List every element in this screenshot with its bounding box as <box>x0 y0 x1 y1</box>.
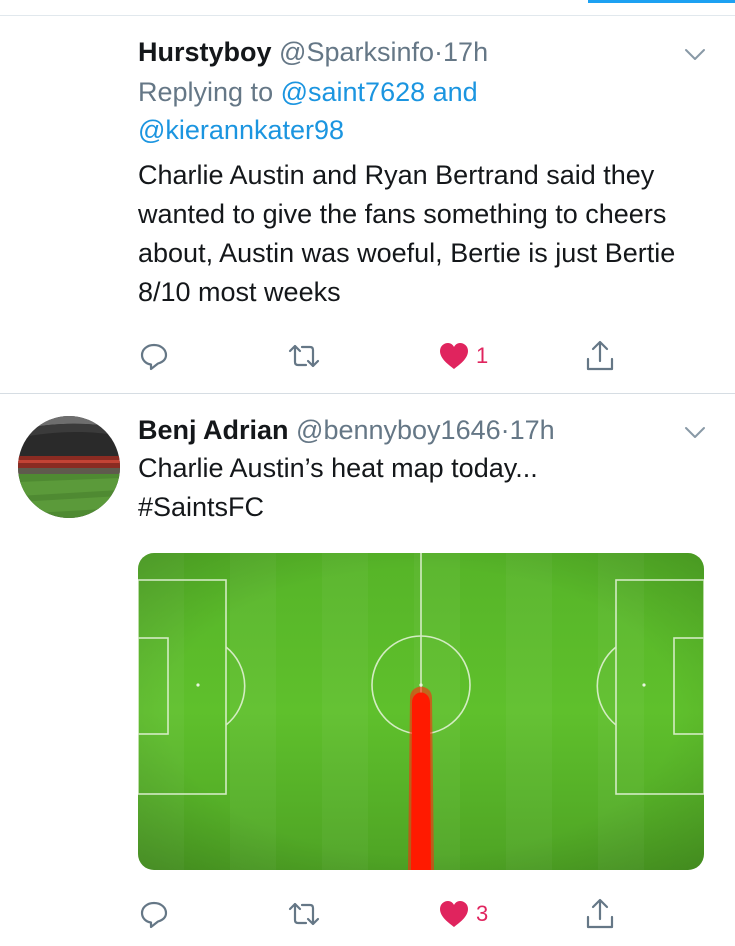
tweet-header: Benj Adrian @bennyboy1646·17h <box>138 412 705 448</box>
stadium-photo <box>18 416 120 518</box>
like-count: 3 <box>476 901 489 926</box>
heat-map-pitch <box>138 553 704 870</box>
avatar[interactable] <box>38 46 118 126</box>
reply-prefix: Replying to <box>138 77 274 107</box>
reply-context: Replying to @saint7628 and <box>138 74 705 110</box>
mention-link[interactable]: @kierannkater98 <box>138 115 344 145</box>
like-count: 1 <box>476 343 489 368</box>
mention-link[interactable]: @saint7628 <box>281 77 426 107</box>
heart-icon <box>440 343 468 369</box>
tweet-header: Hurstyboy @Sparksinfo·17h <box>138 34 705 70</box>
tweet-text: Charlie Austin and Ryan Bertrand said th… <box>138 160 676 307</box>
tweet-image[interactable] <box>138 553 704 870</box>
retweet-button[interactable] <box>286 896 322 932</box>
share-button[interactable] <box>584 896 616 932</box>
tweet-text: Charlie Austin’s heat map today... <box>138 453 538 483</box>
timestamp[interactable]: 17h <box>510 415 555 445</box>
avatar[interactable] <box>18 416 120 518</box>
display-name[interactable]: Hurstyboy <box>138 37 272 67</box>
retweet-icon <box>288 344 320 368</box>
tweet-actions: 3 <box>138 896 638 936</box>
reply-context-line2: @kierannkater98 <box>138 112 705 148</box>
like-button[interactable]: 3 <box>438 896 488 932</box>
share-button[interactable] <box>584 338 616 374</box>
separator: · <box>434 37 444 67</box>
retweet-icon <box>288 902 320 926</box>
tweet-actions: 1 <box>138 338 638 378</box>
reply-button[interactable] <box>138 896 170 932</box>
tab-indicator <box>588 0 735 3</box>
tweet[interactable]: Benj Adrian @bennyboy1646·17h Charlie Au… <box>0 394 735 946</box>
reply-button[interactable] <box>138 338 170 374</box>
tweet[interactable]: Hurstyboy @Sparksinfo·17h Replying to @s… <box>0 16 735 394</box>
reply-icon <box>140 343 168 371</box>
user-handle[interactable]: @Sparksinfo <box>279 37 434 67</box>
share-icon <box>586 898 614 929</box>
heart-icon <box>440 901 468 927</box>
user-handle[interactable]: @bennyboy1646 <box>296 415 501 445</box>
like-button[interactable]: 1 <box>438 338 488 374</box>
reply-and[interactable]: and <box>433 77 478 107</box>
retweet-button[interactable] <box>286 338 322 374</box>
display-name[interactable]: Benj Adrian <box>138 415 289 445</box>
reply-icon <box>140 901 168 929</box>
separator: · <box>500 415 510 445</box>
timestamp[interactable]: 17h <box>443 37 488 67</box>
share-icon <box>586 340 614 371</box>
hashtag-link[interactable]: #SaintsFC <box>138 488 705 527</box>
